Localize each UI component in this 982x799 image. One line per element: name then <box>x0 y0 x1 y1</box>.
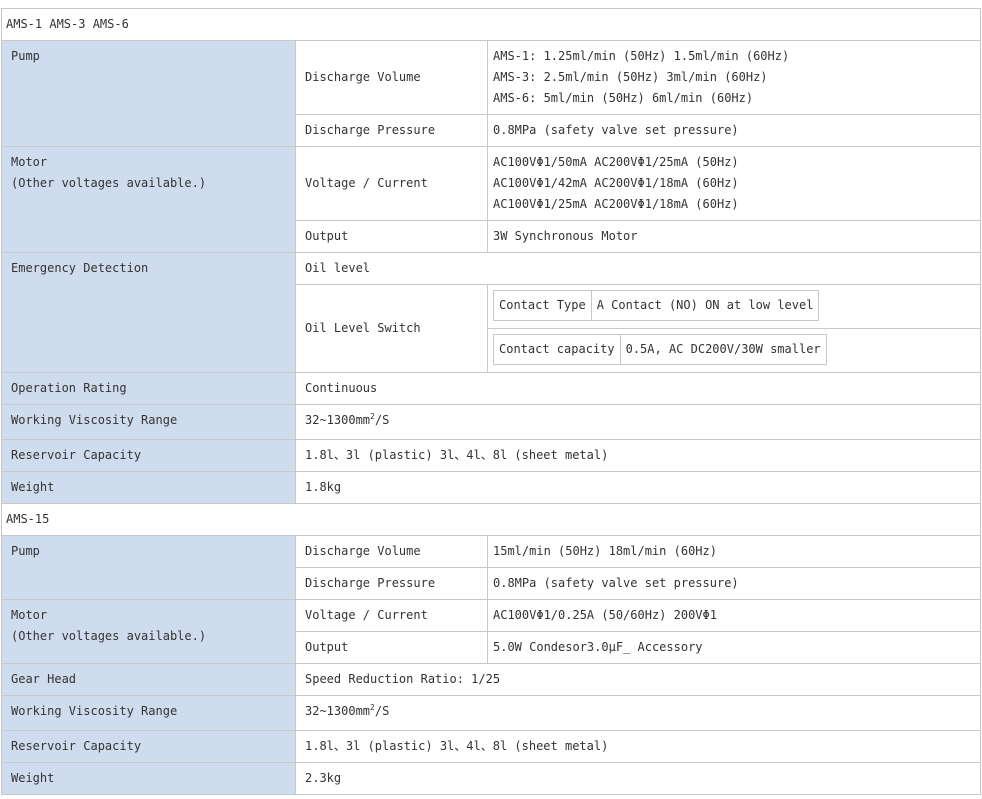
category-pump: Pump <box>1 40 296 147</box>
oil-level-switch-label: Oil Level Switch <box>295 284 488 373</box>
motor-note: (Other voltages available.) <box>11 629 207 643</box>
discharge-volume-value: AMS-1: 1.25ml/min (50Hz) 1.5ml/min (60Hz… <box>486 40 982 115</box>
weight-value: 2.3kg <box>294 762 982 795</box>
category-motor: Motor (Other voltages available.) <box>1 599 296 664</box>
contact-capacity-block: Contact capacity 0.5A, AC DC200V/30W sma… <box>489 329 980 372</box>
motor-label: Motor <box>11 608 48 622</box>
viscosity-value: 32~1300mm2/S <box>294 695 982 731</box>
dv-line: AMS-3: 2.5ml/min (50Hz) 3ml/min (60Hz) <box>493 70 768 84</box>
discharge-volume-label: Discharge Volume <box>295 535 488 568</box>
category-gear-head: Gear Head <box>1 663 296 696</box>
vc-line: AC100VΦ1/42mA AC200VΦ1/18mA (60Hz) <box>493 176 739 190</box>
contact-type-block: Contact Type A Contact (NO) ON at low le… <box>488 286 980 329</box>
contact-capacity-value: 0.5A, AC DC200V/30W smaller <box>619 334 827 365</box>
discharge-pressure-label: Discharge Pressure <box>295 114 488 147</box>
vc-line: AC100VΦ1/25mA AC200VΦ1/18mA (60Hz) <box>493 197 739 211</box>
vc-line: AC100VΦ1/50mA AC200VΦ1/25mA (50Hz) <box>493 155 739 169</box>
gear-head-value: Speed Reduction Ratio: 1/25 <box>294 663 982 696</box>
oil-level-value: Oil level <box>294 252 982 285</box>
output-label: Output <box>295 631 488 664</box>
spec-page: AMS-1 AMS-3 AMS-6 Pump Discharge Volume … <box>0 0 982 799</box>
dv-line: AMS-6: 5ml/min (50Hz) 6ml/min (60Hz) <box>493 91 754 105</box>
contact-type-value: A Contact (NO) ON at low level <box>590 290 820 321</box>
viscosity-unit: /S <box>374 704 390 718</box>
discharge-pressure-value: 0.8MPa (safety valve set pressure) <box>486 567 982 600</box>
viscosity-value: 32~1300mm2/S <box>294 404 982 440</box>
motor-label: Motor <box>11 155 48 169</box>
output-value: 5.0W Condesor3.0μF_ Accessory <box>486 631 982 664</box>
section-title: AMS-1 AMS-3 AMS-6 <box>0 8 982 41</box>
category-emergency: Emergency Detection <box>1 252 296 373</box>
category-reservoir: Reservoir Capacity <box>1 439 296 472</box>
category-operation-rating: Operation Rating <box>1 372 296 405</box>
discharge-pressure-value: 0.8MPa (safety valve set pressure) <box>486 114 982 147</box>
dv-line: AMS-1: 1.25ml/min (50Hz) 1.5ml/min (60Hz… <box>493 49 790 63</box>
operation-rating-value: Continuous <box>294 372 982 405</box>
spec-table: AMS-1 AMS-3 AMS-6 Pump Discharge Volume … <box>0 8 982 795</box>
reservoir-value: 1.8l、3l (plastic) 3l、4l、8l (sheet metal) <box>294 730 982 763</box>
discharge-volume-value: 15ml/min (50Hz) 18ml/min (60Hz) <box>486 535 982 568</box>
weight-value: 1.8kg <box>294 471 982 504</box>
viscosity-text: 32~1300mm <box>305 413 371 427</box>
category-viscosity: Working Viscosity Range <box>1 404 296 440</box>
section-title: AMS-15 <box>0 503 982 536</box>
output-label: Output <box>295 220 488 253</box>
oil-level-switch-details: Contact Type A Contact (NO) ON at low le… <box>486 284 982 373</box>
voltage-current-value: AC100VΦ1/0.25A (50/60Hz) 200VΦ1 <box>486 599 982 632</box>
reservoir-value: 1.8l、3l (plastic) 3l、4l、8l (sheet metal) <box>294 439 982 472</box>
viscosity-text: 32~1300mm <box>305 704 371 718</box>
contact-capacity-label: Contact capacity <box>493 334 621 365</box>
discharge-volume-label: Discharge Volume <box>295 40 488 115</box>
category-weight: Weight <box>1 471 296 504</box>
category-reservoir: Reservoir Capacity <box>1 730 296 763</box>
voltage-current-label: Voltage / Current <box>295 599 488 632</box>
category-motor: Motor (Other voltages available.) <box>1 146 296 253</box>
viscosity-unit: /S <box>374 413 390 427</box>
category-weight: Weight <box>1 762 296 795</box>
voltage-current-label: Voltage / Current <box>295 146 488 221</box>
contact-type-table: Contact Type A Contact (NO) ON at low le… <box>493 290 820 321</box>
category-viscosity: Working Viscosity Range <box>1 695 296 731</box>
motor-note: (Other voltages available.) <box>11 176 207 190</box>
category-pump: Pump <box>1 535 296 600</box>
voltage-current-value: AC100VΦ1/50mA AC200VΦ1/25mA (50Hz) AC100… <box>486 146 982 221</box>
output-value: 3W Synchronous Motor <box>486 220 982 253</box>
contact-type-label: Contact Type <box>493 290 592 321</box>
contact-capacity-table: Contact capacity 0.5A, AC DC200V/30W sma… <box>493 334 827 365</box>
discharge-pressure-label: Discharge Pressure <box>295 567 488 600</box>
